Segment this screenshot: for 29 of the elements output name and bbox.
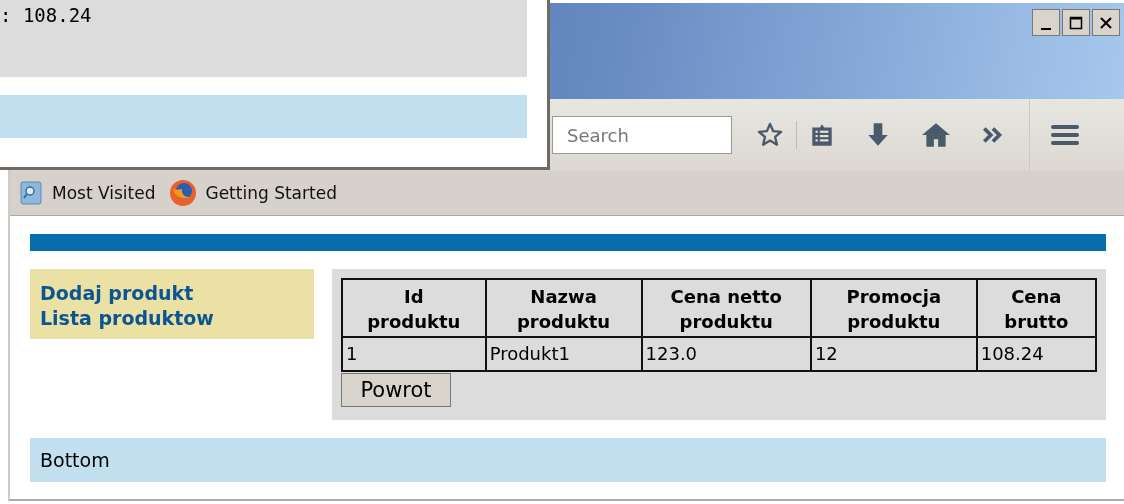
column-header: Promocja produktu	[810, 279, 977, 337]
menu-icon[interactable]	[1050, 122, 1080, 148]
column-header: Cena brutto	[976, 279, 1096, 337]
nav-link[interactable]: Lista produktow	[40, 306, 304, 331]
search-field[interactable]: Search	[552, 116, 732, 154]
maximize-icon	[1069, 15, 1083, 30]
column-header: Nazwa produktu	[485, 279, 642, 337]
nav-link[interactable]: Dodaj produkt	[40, 281, 304, 306]
globe-fox-icon[interactable]	[169, 179, 198, 207]
table-cell: 123.0	[641, 337, 811, 371]
result-text: : 108.24	[0, 4, 92, 26]
home-icon[interactable]	[921, 121, 951, 149]
close-button[interactable]	[1092, 9, 1120, 36]
star-icon[interactable]	[756, 121, 784, 149]
bookmark-link[interactable]: Most Visited	[52, 183, 156, 203]
column-header: Cena netto produktu	[641, 279, 811, 337]
folder-search-icon[interactable]	[20, 181, 44, 205]
footer-text: Bottom	[40, 449, 110, 471]
back-button[interactable]: Powrot	[341, 373, 451, 407]
table-cell: 12	[810, 337, 977, 371]
minimize-icon	[1041, 27, 1051, 30]
table-cell: 108.24	[976, 337, 1096, 371]
column-header: Id produktu	[342, 279, 486, 337]
maximize-button[interactable]	[1062, 9, 1090, 36]
bookmark-link[interactable]: Getting Started	[205, 183, 337, 203]
minimize-button[interactable]	[1032, 9, 1060, 36]
table-cell: Produkt1	[485, 337, 642, 371]
close-icon	[1099, 15, 1113, 30]
table-cell: 1	[342, 337, 486, 371]
